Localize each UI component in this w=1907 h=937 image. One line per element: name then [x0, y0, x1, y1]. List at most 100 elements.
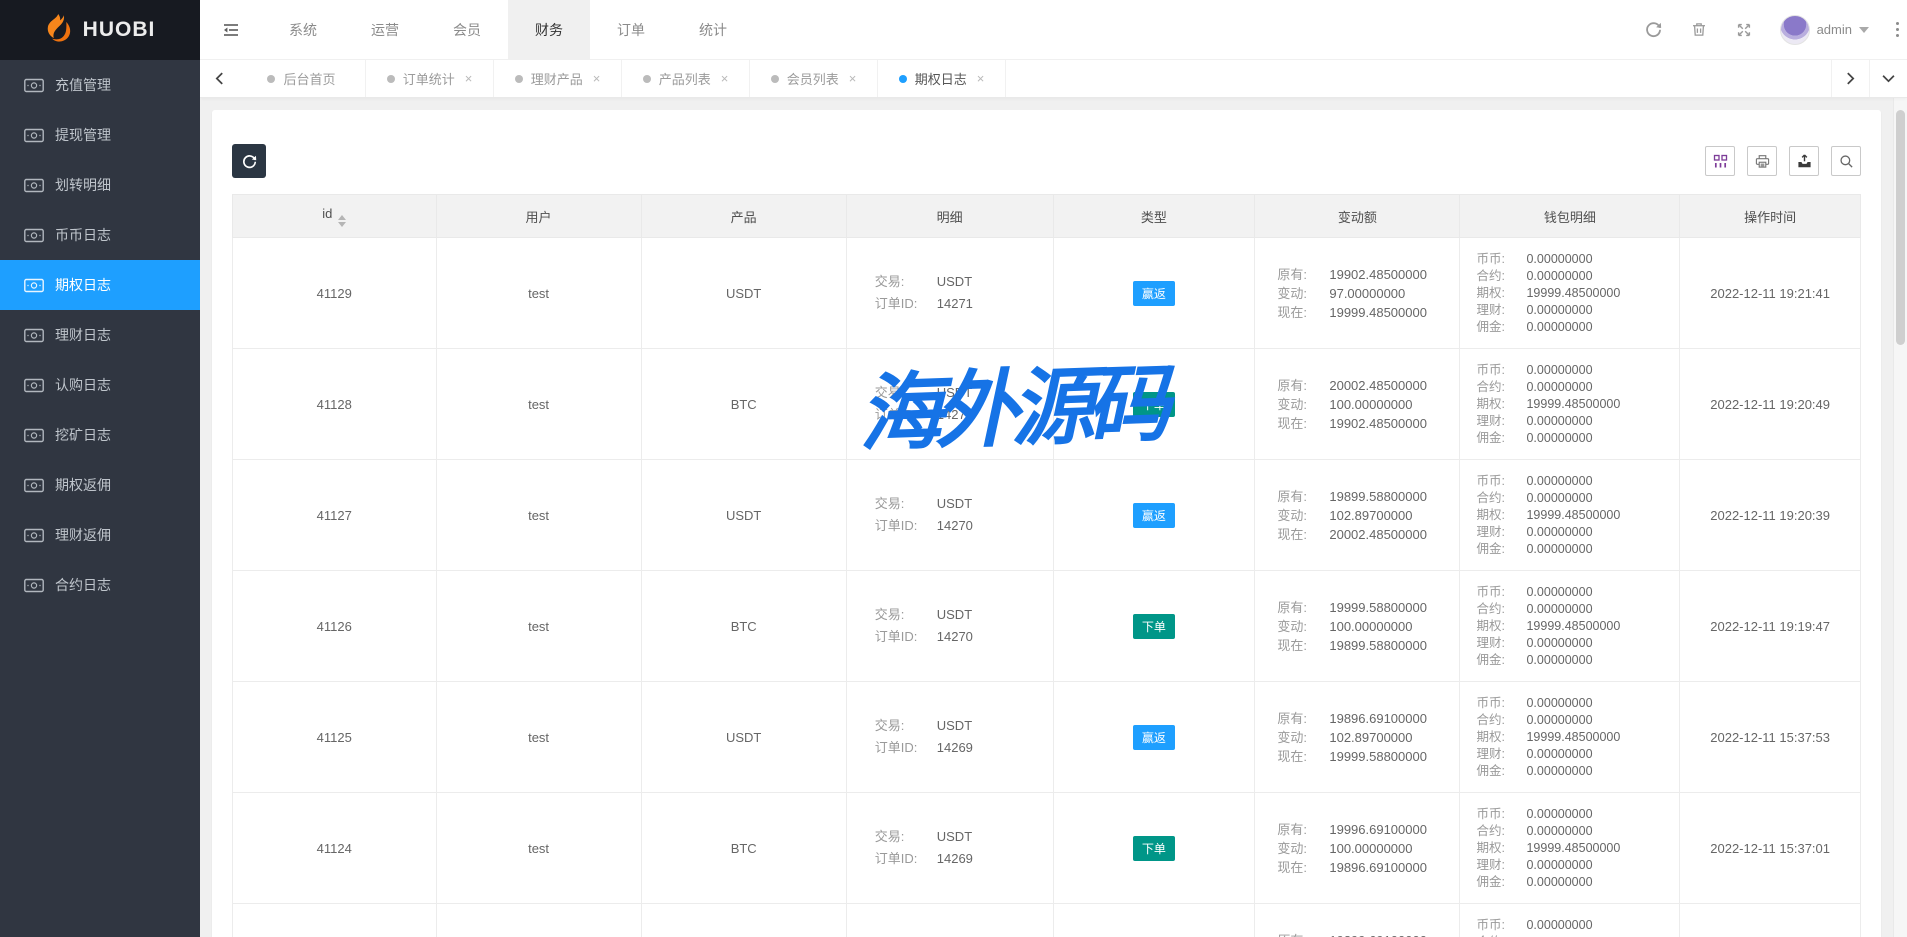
fullscreen-icon[interactable]	[1735, 21, 1753, 39]
wallet-line: 合约:0.00000000	[1476, 601, 1679, 618]
scrollbar-thumb[interactable]	[1896, 110, 1905, 345]
wallet-line: 合约:0.00000000	[1476, 268, 1679, 285]
topnav-item[interactable]: 统计	[672, 0, 754, 59]
avatar[interactable]	[1780, 15, 1810, 45]
wallet-line-value: 0.00000000	[1526, 635, 1592, 652]
wallet-line: 理财:0.00000000	[1476, 413, 1679, 430]
filter-columns-button[interactable]	[1705, 146, 1735, 176]
sort-asc-icon[interactable]	[338, 215, 346, 220]
print-button[interactable]	[1747, 146, 1777, 176]
change-line: 变动:100.00000000	[1277, 617, 1459, 636]
topbar-right: admin	[1645, 0, 1907, 59]
sidebar-item[interactable]: 币币日志	[0, 210, 200, 260]
tab-active[interactable]: 期权日志×	[878, 60, 1006, 97]
wallet-line: 币币:0.00000000	[1476, 806, 1679, 823]
cell-user: test	[436, 238, 641, 349]
sort-icon[interactable]	[338, 215, 346, 227]
tabs-scroll-right-icon[interactable]	[1831, 60, 1869, 97]
wallet-line-label: 合约:	[1476, 268, 1526, 285]
sort-desc-icon[interactable]	[338, 222, 346, 227]
tab-item[interactable]: 产品列表×	[622, 60, 750, 97]
sidebar-item[interactable]: 认购日志	[0, 360, 200, 410]
type-badge: 下单	[1133, 614, 1175, 639]
tab-item[interactable]: 后台首页	[238, 60, 366, 97]
detail-order-id: 订单ID:14271	[875, 293, 1053, 315]
export-button[interactable]	[1789, 146, 1819, 176]
topnav-item[interactable]: 运营	[344, 0, 426, 59]
banknote-icon	[24, 228, 44, 243]
cell-wallet: 币币:0.00000000合约:0.00000000期权:理财:佣金:	[1460, 904, 1680, 937]
sidebar-item[interactable]: 期权日志	[0, 260, 200, 310]
tab-label: 订单统计	[403, 69, 455, 88]
column-header: 类型	[1053, 195, 1255, 238]
detail-order-id: 订单ID:14270	[875, 515, 1053, 537]
topnav-item[interactable]: 会员	[426, 0, 508, 59]
detail-trade-value: USDT	[937, 493, 972, 515]
column-header: 钱包明细	[1460, 195, 1680, 238]
search-button[interactable]	[1831, 146, 1861, 176]
sidebar-item[interactable]: 期权返佣	[0, 460, 200, 510]
topnav-item[interactable]: 系统	[262, 0, 344, 59]
sidebar-item-label: 充值管理	[55, 75, 111, 95]
detail-trade: 交易:USDT	[875, 271, 1053, 293]
wallet-line-label: 期权:	[1476, 396, 1526, 413]
refresh-table-button[interactable]	[232, 144, 266, 178]
cell-user: test	[436, 571, 641, 682]
cell-time: 2022-12-11 15:37:01	[1680, 793, 1861, 904]
tab-item[interactable]: 会员列表×	[750, 60, 878, 97]
user-menu[interactable]: admin	[1780, 15, 1869, 45]
wallet-line-value: 0.00000000	[1526, 917, 1592, 934]
change-line-label: 现在:	[1277, 303, 1329, 322]
wallet-line: 理财:0.00000000	[1476, 302, 1679, 319]
more-options-icon[interactable]	[1896, 22, 1899, 37]
change-line-label: 变动:	[1277, 506, 1329, 525]
change-line-value: 19896.69100000	[1329, 858, 1427, 877]
tab-close-icon[interactable]: ×	[977, 71, 985, 86]
cell-detail: 交易:USDT订单ID:14270	[846, 460, 1053, 571]
topnav-item[interactable]: 财务	[508, 0, 590, 59]
tab-close-icon[interactable]: ×	[465, 71, 473, 86]
sidebar-item[interactable]: 挖矿日志	[0, 410, 200, 460]
sidebar-item[interactable]: 提现管理	[0, 110, 200, 160]
change-line-value: 19999.58800000	[1329, 598, 1427, 617]
change-line-label: 原有:	[1277, 487, 1329, 506]
tab-status-dot	[771, 75, 779, 83]
sidebar-item[interactable]: 合约日志	[0, 560, 200, 610]
wallet-line: 佣金:0.00000000	[1476, 430, 1679, 447]
detail-trade-label: 交易:	[875, 382, 937, 404]
cell-detail: 交易:USDT订单ID:14269	[846, 793, 1053, 904]
wallet-line: 佣金:0.00000000	[1476, 763, 1679, 780]
detail-order-id: 订单ID:14270	[875, 626, 1053, 648]
tab-close-icon[interactable]: ×	[593, 71, 601, 86]
sidebar-item[interactable]: 理财日志	[0, 310, 200, 360]
refresh-icon[interactable]	[1645, 21, 1663, 39]
sidebar-item[interactable]: 充值管理	[0, 60, 200, 110]
tab-close-icon[interactable]: ×	[721, 71, 729, 86]
sidebar-item[interactable]: 划转明细	[0, 160, 200, 210]
tabs-scroll-left-icon[interactable]	[200, 60, 238, 97]
cell-change: 原有:19999.58800000变动:100.00000000现在:19899…	[1255, 571, 1460, 682]
change-line-label: 现在:	[1277, 525, 1329, 544]
top-menu: 系统运营会员财务订单统计	[262, 0, 754, 59]
trash-icon[interactable]	[1690, 21, 1708, 39]
tabs-dropdown-icon[interactable]	[1869, 60, 1907, 97]
wallet-line-label: 期权:	[1476, 840, 1526, 857]
chevron-down-icon	[1859, 27, 1869, 38]
wallet-line-label: 合约:	[1476, 823, 1526, 840]
table-body: 41129testUSDT交易:USDT订单ID:14271赢返原有:19902…	[233, 238, 1861, 937]
tab-close-icon[interactable]: ×	[849, 71, 857, 86]
tab-status-dot	[643, 75, 651, 83]
sidebar-toggle-icon[interactable]	[200, 0, 262, 59]
banknote-icon	[24, 378, 44, 393]
wallet-line-label: 期权:	[1476, 507, 1526, 524]
tab-item[interactable]: 理财产品×	[494, 60, 622, 97]
sidebar-item[interactable]: 理财返佣	[0, 510, 200, 560]
change-line: 变动:100.00000000	[1277, 839, 1459, 858]
change-line: 原有:19996.69100000	[1277, 820, 1459, 839]
tab-item[interactable]: 订单统计 ×	[366, 60, 494, 97]
wallet-line: 期权:19999.48500000	[1476, 618, 1679, 635]
page-scrollbar[interactable]	[1893, 98, 1907, 937]
topnav-item[interactable]: 订单	[590, 0, 672, 59]
wallet-line-value: 0.00000000	[1526, 934, 1592, 937]
wallet-line-label: 理财:	[1476, 857, 1526, 874]
